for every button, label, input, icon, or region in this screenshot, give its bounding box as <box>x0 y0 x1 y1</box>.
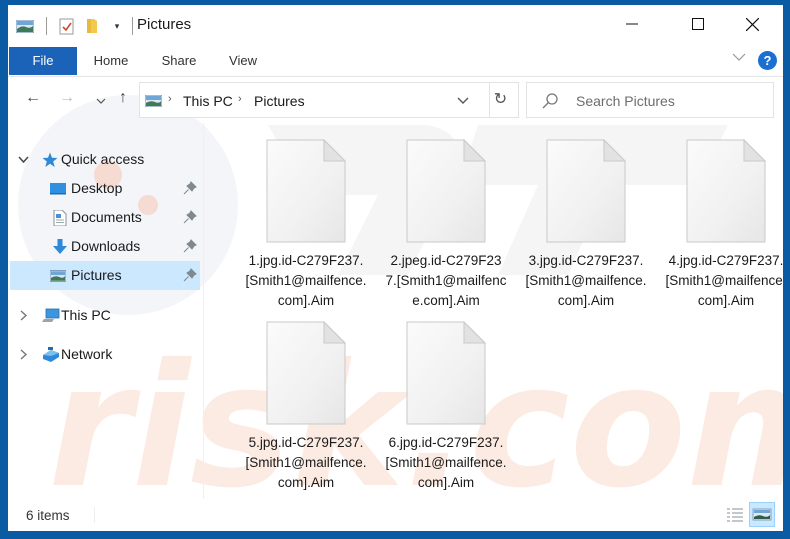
toolbar-separator <box>132 17 133 35</box>
sidebar-item-label: This PC <box>61 307 111 323</box>
ribbon-tabs: File Home Share View ? <box>8 43 783 77</box>
search-box[interactable]: Search Pictures <box>526 82 774 118</box>
item-count: 6 items <box>26 508 70 523</box>
network-icon <box>43 347 59 362</box>
sidebar-item-downloads[interactable]: Downloads <box>10 232 200 261</box>
sidebar-item-label: Quick access <box>61 151 145 167</box>
forward-button[interactable]: → <box>56 89 78 107</box>
maximize-icon <box>692 18 704 30</box>
file-item[interactable]: 1.jpg.id-C279F237.[Smith1@mailfence.com]… <box>237 139 375 311</box>
expand-ribbon-icon[interactable] <box>732 53 746 61</box>
details-view-button[interactable] <box>724 504 746 526</box>
toolbar-separator <box>46 17 47 35</box>
minimize-icon <box>626 23 638 25</box>
refresh-button[interactable]: ↻ <box>483 82 519 118</box>
breadcrumb-pictures[interactable]: Pictures <box>254 93 305 109</box>
pictures-app-icon <box>16 19 34 33</box>
file-item[interactable]: 5.jpg.id-C279F237.[Smith1@mailfence.com]… <box>237 321 375 493</box>
tab-view[interactable]: View <box>223 47 263 75</box>
breadcrumb-this-pc[interactable]: This PC <box>183 93 233 109</box>
quick-access-toolbar: ▾ <box>16 16 145 36</box>
large-icons-view-button[interactable] <box>749 502 775 527</box>
tab-home[interactable]: Home <box>86 47 136 75</box>
properties-icon[interactable] <box>59 18 74 35</box>
help-button[interactable]: ? <box>758 51 777 70</box>
search-input[interactable]: Search Pictures <box>576 93 675 109</box>
sidebar-item-network[interactable]: Network <box>10 340 200 369</box>
close-button[interactable] <box>724 5 780 43</box>
address-bar[interactable]: › This PC › Pictures <box>139 82 490 118</box>
file-name: 1.jpg.id-C279F237.[Smith1@mailfence.com]… <box>245 253 367 308</box>
pictures-icon <box>50 270 66 282</box>
downloads-icon <box>53 239 67 254</box>
blank-file-icon <box>546 139 626 243</box>
pin-icon[interactable] <box>183 181 197 195</box>
star-icon <box>42 152 58 167</box>
navigation-bar: ← → ↑ › This PC › Pictures ↻ Search Pict… <box>8 77 783 123</box>
pin-icon[interactable] <box>183 268 197 282</box>
navigation-pane: Quick access Desktop Documents Downloads <box>8 123 203 499</box>
address-history-dropdown[interactable] <box>457 97 469 105</box>
status-bar: 6 items <box>8 499 783 531</box>
sidebar-item-pictures[interactable]: Pictures <box>10 261 200 290</box>
sidebar-item-desktop[interactable]: Desktop <box>10 174 200 203</box>
chevron-down-icon[interactable] <box>18 156 29 164</box>
file-name: 5.jpg.id-C279F237.[Smith1@mailfence.com]… <box>245 435 367 490</box>
file-name: 3.jpg.id-C279F237.[Smith1@mailfence.com]… <box>525 253 647 308</box>
tab-file[interactable]: File <box>9 47 77 75</box>
breadcrumb-separator: › <box>238 93 242 105</box>
minimize-button[interactable] <box>604 5 660 43</box>
sidebar-item-label: Network <box>61 346 113 362</box>
file-list: 1.jpg.id-C279F237.[Smith1@mailfence.com]… <box>204 123 783 499</box>
pin-icon[interactable] <box>183 210 197 224</box>
blank-file-icon <box>406 321 486 425</box>
pin-icon[interactable] <box>183 239 197 253</box>
sidebar-item-quick-access[interactable]: Quick access <box>10 145 200 174</box>
file-item[interactable]: 2.jpeg.id-C279F237.[Smith1@mailfence.com… <box>377 139 515 311</box>
chevron-right-icon[interactable] <box>20 310 28 321</box>
recent-locations-dropdown[interactable] <box>96 98 106 104</box>
large-icons-view-icon <box>752 508 772 521</box>
sidebar-item-documents[interactable]: Documents <box>10 203 200 232</box>
sidebar-item-label: Documents <box>71 209 142 225</box>
blank-file-icon <box>406 139 486 243</box>
file-explorer-window: risk.com ▾ Pictures <box>8 5 783 531</box>
up-button[interactable]: ↑ <box>112 89 134 107</box>
maximize-button[interactable] <box>670 5 726 43</box>
blank-file-icon <box>686 139 766 243</box>
sidebar-item-label: Pictures <box>71 267 122 283</box>
new-folder-icon[interactable] <box>86 18 98 34</box>
sidebar-item-label: Downloads <box>71 238 141 254</box>
file-name: 6.jpg.id-C279F237.[Smith1@mailfence.com]… <box>385 435 507 490</box>
sidebar-item-this-pc[interactable]: This PC <box>10 301 200 330</box>
file-name: 4.jpg.id-C279F237.[Smith1@mailfence.com]… <box>665 253 784 308</box>
file-name: 2.jpeg.id-C279F237.[Smith1@mailfence.com… <box>385 253 507 308</box>
sidebar-item-label: Desktop <box>71 180 123 196</box>
pictures-location-icon <box>145 95 162 107</box>
breadcrumb-separator: › <box>168 93 172 105</box>
blank-file-icon <box>266 321 346 425</box>
file-item[interactable]: 3.jpg.id-C279F237.[Smith1@mailfence.com]… <box>517 139 655 311</box>
status-separator <box>94 507 95 523</box>
back-button[interactable]: ← <box>22 89 44 107</box>
search-icon <box>542 93 558 109</box>
desktop-icon <box>50 183 66 195</box>
window-title: Pictures <box>137 16 192 33</box>
file-item[interactable]: 6.jpg.id-C279F237.[Smith1@mailfence.com]… <box>377 321 515 493</box>
tab-share[interactable]: Share <box>156 47 202 75</box>
blank-file-icon <box>266 139 346 243</box>
close-icon <box>745 17 759 31</box>
title-bar: ▾ Pictures <box>8 5 783 43</box>
chevron-right-icon[interactable] <box>20 349 28 360</box>
documents-icon <box>53 210 67 226</box>
customize-toolbar-dropdown[interactable]: ▾ <box>110 21 124 32</box>
this-pc-icon <box>42 308 60 322</box>
file-item[interactable]: 4.jpg.id-C279F237.[Smith1@mailfence.com]… <box>657 139 783 311</box>
